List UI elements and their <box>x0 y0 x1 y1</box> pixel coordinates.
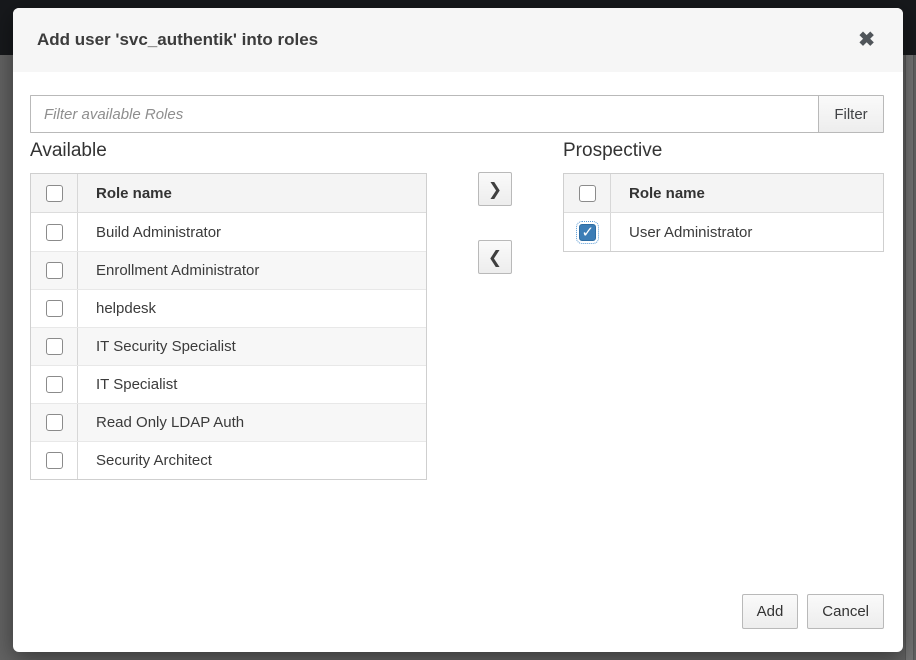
filter-input[interactable] <box>30 95 818 133</box>
available-column-header: Role name <box>78 185 426 202</box>
table-row[interactable]: IT Specialist <box>31 365 426 403</box>
row-checkbox-checked[interactable] <box>579 224 596 241</box>
cancel-button[interactable]: Cancel <box>807 594 884 629</box>
table-row[interactable]: Security Architect <box>31 441 426 479</box>
table-row[interactable]: Enrollment Administrator <box>31 251 426 289</box>
table-row[interactable]: User Administrator <box>564 213 883 251</box>
available-select-all-cell <box>31 174 78 212</box>
add-button[interactable]: Add <box>742 594 799 629</box>
add-roles-dialog: Add user 'svc_authentik' into roles ✖ Fi… <box>13 8 903 652</box>
prospective-table-header: Role name <box>564 174 883 213</box>
role-name: helpdesk <box>78 300 426 317</box>
available-select-all-checkbox[interactable] <box>46 185 63 202</box>
chevron-left-icon: ❮ <box>488 249 502 266</box>
move-right-button[interactable]: ❯ <box>478 172 512 206</box>
available-rows: Build Administrator Enrollment Administr… <box>31 213 426 479</box>
dialog-title: Add user 'svc_authentik' into roles <box>37 30 318 50</box>
available-heading: Available <box>30 140 107 162</box>
close-icon[interactable]: ✖ <box>854 28 879 52</box>
prospective-column-header: Role name <box>611 185 883 202</box>
row-checkbox[interactable] <box>46 414 63 431</box>
role-name: User Administrator <box>611 224 883 241</box>
dialog-footer-actions: Add Cancel <box>742 594 884 629</box>
table-row[interactable]: helpdesk <box>31 289 426 327</box>
prospective-select-all-checkbox[interactable] <box>579 185 596 202</box>
role-name: Build Administrator <box>78 224 426 241</box>
background-scrollbar <box>905 55 914 660</box>
prospective-select-all-cell <box>564 174 611 212</box>
row-checkbox[interactable] <box>46 452 63 469</box>
role-name: Enrollment Administrator <box>78 262 426 279</box>
role-name: IT Security Specialist <box>78 338 426 355</box>
row-checkbox[interactable] <box>46 224 63 241</box>
filter-button[interactable]: Filter <box>818 95 884 133</box>
table-row[interactable]: Read Only LDAP Auth <box>31 403 426 441</box>
chevron-right-icon: ❯ <box>488 181 502 198</box>
role-name: IT Specialist <box>78 376 426 393</box>
table-row[interactable]: Build Administrator <box>31 213 426 251</box>
row-checkbox[interactable] <box>46 300 63 317</box>
table-row[interactable]: IT Security Specialist <box>31 327 426 365</box>
available-table-header: Role name <box>31 174 426 213</box>
dialog-body: Filter Available Prospective Role name B… <box>13 72 903 652</box>
filter-group: Filter <box>30 95 884 133</box>
prospective-heading: Prospective <box>563 140 662 162</box>
row-checkbox[interactable] <box>46 338 63 355</box>
dialog-header: Add user 'svc_authentik' into roles ✖ <box>13 8 903 72</box>
available-roles-table: Role name Build Administrator Enrollment… <box>30 173 427 480</box>
prospective-roles-table: Role name User Administrator <box>563 173 884 252</box>
role-name: Security Architect <box>78 452 426 469</box>
role-name: Read Only LDAP Auth <box>78 414 426 431</box>
prospective-rows: User Administrator <box>564 213 883 251</box>
move-left-button[interactable]: ❮ <box>478 240 512 274</box>
row-checkbox[interactable] <box>46 262 63 279</box>
row-checkbox[interactable] <box>46 376 63 393</box>
